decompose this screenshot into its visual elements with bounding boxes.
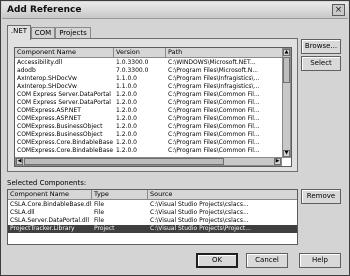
components-list[interactable]: Component Name Version Path Accessibilit… xyxy=(14,47,292,167)
table-cell: 1.2.0.0 xyxy=(116,147,137,154)
select-button[interactable]: Select xyxy=(301,56,341,71)
horizontal-scroll-thumb[interactable] xyxy=(24,158,224,165)
scroll-up-icon[interactable]: ▲ xyxy=(283,49,290,56)
column-header-component-name[interactable]: Component Name xyxy=(15,48,114,58)
table-cell: 1.2.0.0 xyxy=(116,115,137,122)
browse-button[interactable]: Browse... xyxy=(301,39,341,54)
table-cell: 7.0.3300.0 xyxy=(116,67,149,74)
table-cell: C:\Program Files\Common Fil... xyxy=(168,131,260,138)
table-cell: 1.2.0.0 xyxy=(116,107,137,114)
table-cell: File xyxy=(94,217,105,224)
cancel-button[interactable]: Cancel xyxy=(246,253,288,268)
table-cell: 1.2.0.0 xyxy=(116,123,137,130)
table-cell: 1.2.0.0 xyxy=(116,139,137,146)
table-row[interactable]: COMExpress.ASP.NET 1.2.0.0 C:\Program File… xyxy=(15,115,291,123)
table-cell: File xyxy=(94,209,105,216)
table-cell: C:\Program Files\Common Fil... xyxy=(168,123,260,130)
table-row[interactable]: CSLA.Core.BindableBase.dll File C:\Visual … xyxy=(8,201,297,209)
table-cell: C:\Program Files\Infragistics\... xyxy=(168,83,260,90)
remove-button[interactable]: Remove xyxy=(301,189,341,204)
table-cell: C:\Program Files\Common Fil... xyxy=(168,107,260,114)
table-cell: COMExpress.Core.BindableBase xyxy=(17,147,114,154)
table-row[interactable]: adodb 7.0.3300.0 C:\Program Files\Microsof… xyxy=(15,67,291,75)
table-cell: C:\Visual Studio Projects\cslacs... xyxy=(150,209,249,216)
table-cell: 1.1.0.0 xyxy=(116,75,137,82)
table-cell: COM Express Server.DataPortal xyxy=(17,99,111,106)
dialog-title: Add Reference xyxy=(7,5,82,15)
table-row[interactable]: CSLA.dll File C:\Visual Studio Projects\cs… xyxy=(8,209,297,217)
table-cell: C:\Visual Studio Projects\cslacs... xyxy=(150,201,249,208)
table-cell: COMExpress.Core.BindableBase xyxy=(17,139,114,146)
table-cell: C:\Program Files\Microsoft.N... xyxy=(168,67,259,74)
tab-panel: Component Name Version Path Accessibilit… xyxy=(7,38,298,172)
table-row[interactable]: COM Express Server.DataPortal 1.2.0.0 C:\P… xyxy=(15,99,291,107)
table-cell: AxInterop.SHDocVw xyxy=(17,75,77,82)
scroll-thumb[interactable] xyxy=(283,57,290,83)
selected-components-label: Selected Components: xyxy=(7,179,87,187)
table-row[interactable]: COM Express Server.DataPortal 1.2.0.0 C:\P… xyxy=(15,91,291,99)
tab-dotnet-label: .NET xyxy=(10,27,28,35)
table-cell: adodb xyxy=(17,67,36,74)
table-cell: C:\Program Files\Common Fil... xyxy=(168,91,260,98)
table-cell: CSLA.Core.BindableBase.dll xyxy=(10,201,92,208)
table-cell: COMExpress.ASP.NET xyxy=(17,107,81,114)
table-cell: COMExpress.BusinessObject xyxy=(17,131,103,138)
table-cell: C:\Program Files\Common Fil... xyxy=(168,147,260,154)
tab-projects-label: Projects xyxy=(59,29,87,37)
table-cell: 1.2.0.0 xyxy=(116,131,137,138)
scroll-right-icon[interactable]: ▶ xyxy=(274,158,281,165)
table-cell: 1.2.0.0 xyxy=(116,99,137,106)
table-cell: CSLA.dll xyxy=(10,209,35,216)
table-row[interactable]: ProjectTracker.Library Project C:\Visual S… xyxy=(8,225,297,233)
column-header-component-name[interactable]: Component Name xyxy=(8,190,92,200)
table-row[interactable]: COMExpress.BusinessObject 1.2.0.0 C:\Progr… xyxy=(15,131,291,139)
table-cell: COM Express Server.DataPortal xyxy=(17,91,111,98)
tab-com-label: COM xyxy=(34,29,52,37)
table-row[interactable]: COMExpress.Core.BindableBase 1.2.0.0 C:\Pr… xyxy=(15,147,291,155)
table-cell: C:\WINDOWS\Microsoft.NET... xyxy=(168,59,256,66)
table-cell: COMExpress.BusinessObject xyxy=(17,123,103,130)
table-cell: C:\Program Files\Common Fil... xyxy=(168,99,260,106)
selected-components-list[interactable]: Component Name Type Source CSLA.Core.Bin… xyxy=(7,189,298,245)
table-cell: CSLA.Server.DataPortal.dll xyxy=(10,217,90,224)
table-cell: COMExpress.ASP.NET xyxy=(17,115,81,122)
table-row[interactable]: AxInterop.SHDocVw 1.1.0.0 C:\Program Files… xyxy=(15,83,291,91)
table-row[interactable]: Accessibility.dll 1.0.3300.0 C:\WINDOWS\Mi… xyxy=(15,59,291,67)
table-cell: C:\Visual Studio Projects\cslacs... xyxy=(150,217,249,224)
column-header-type[interactable]: Type xyxy=(92,190,148,200)
table-cell: 1.1.0.0 xyxy=(116,83,137,90)
ok-button[interactable]: OK xyxy=(196,253,238,268)
table-cell: C:\Program Files\Infragistics\... xyxy=(168,75,260,82)
table-row[interactable]: COMExpress.ASP.NET 1.2.0.0 C:\Program File… xyxy=(15,107,291,115)
scroll-down-icon[interactable]: ▼ xyxy=(283,150,290,157)
column-header-version[interactable]: Version xyxy=(114,48,166,58)
table-row[interactable]: COMExpress.Core.BindableBase 1.2.0.0 C:\Pr… xyxy=(15,139,291,147)
table-cell: C:\Program Files\Common Fil... xyxy=(168,115,260,122)
table-cell: File xyxy=(94,201,105,208)
help-button[interactable]: Help xyxy=(299,253,341,268)
column-header-source[interactable]: Source xyxy=(148,190,297,200)
add-reference-dialog: Add Reference × .NET COM Projects Compon… xyxy=(0,0,350,276)
title-bar: Add Reference × xyxy=(2,2,348,19)
table-cell: 1.0.3300.0 xyxy=(116,59,149,66)
components-vertical-scrollbar[interactable]: ▲ ▼ xyxy=(282,48,291,158)
table-cell: AxInterop.SHDocVw xyxy=(17,83,77,90)
table-cell: C:\Program Files\Common Fil... xyxy=(168,139,260,146)
tab-dotnet[interactable]: .NET xyxy=(7,25,31,40)
close-button[interactable]: × xyxy=(332,4,345,16)
table-cell: Accessibility.dll xyxy=(17,59,63,66)
table-cell: 1.2.0.0 xyxy=(116,91,137,98)
table-cell: ProjectTracker.Library xyxy=(10,225,75,232)
column-header-path[interactable]: Path xyxy=(166,48,291,58)
close-icon: × xyxy=(334,5,343,15)
table-row[interactable]: AxInterop.SHDocVw 1.1.0.0 C:\Program Files… xyxy=(15,75,291,83)
table-row[interactable]: COMExpress.BusinessObject 1.2.0.0 C:\Progr… xyxy=(15,123,291,131)
scroll-left-icon[interactable]: ◀ xyxy=(16,158,23,165)
components-horizontal-scrollbar[interactable]: ◀ ▶ xyxy=(15,157,282,166)
table-cell: C:\Visual Studio Projects\Project... xyxy=(150,225,251,232)
table-row[interactable]: CSLA.Server.DataPortal.dll File C:\Visual … xyxy=(8,217,297,225)
table-cell: Project xyxy=(94,225,115,232)
